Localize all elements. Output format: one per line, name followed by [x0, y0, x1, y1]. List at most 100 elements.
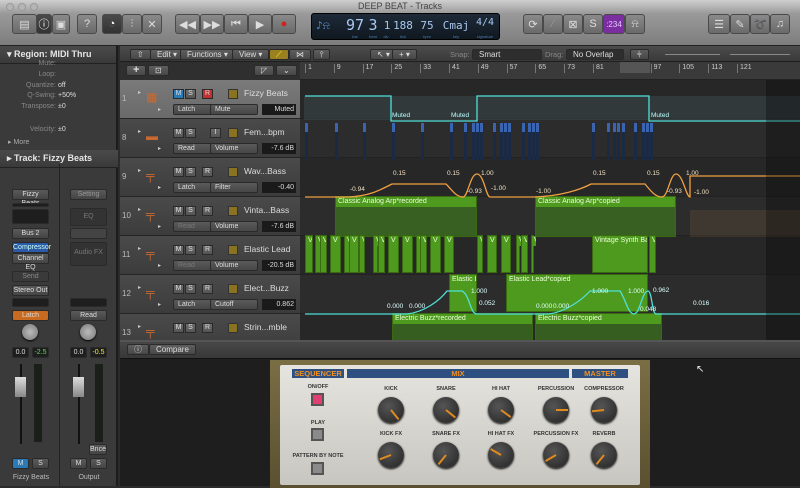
- hi-hat-fx-knob[interactable]: [488, 442, 514, 468]
- pencil-tool[interactable]: + ▾: [392, 49, 417, 60]
- volume-fader[interactable]: [15, 377, 26, 397]
- compressor-knob[interactable]: [591, 397, 617, 423]
- track-record-button[interactable]: R: [202, 323, 213, 333]
- metronome-button[interactable]: ⍾: [625, 14, 645, 34]
- autopunch-button[interactable]: ⊠: [563, 14, 583, 34]
- disclosure-icon[interactable]: ▸: [138, 323, 141, 330]
- kick-knob[interactable]: [378, 397, 404, 423]
- drag-select[interactable]: No Overlap: [566, 49, 624, 60]
- automation-icon[interactable]: [228, 206, 238, 216]
- track-header[interactable]: 12 ╤ ▸ ▸ M S R Elect...Buzz Latch Cutoff…: [120, 275, 300, 314]
- automation-value[interactable]: -20.5 dB: [262, 260, 296, 271]
- track-mute-button[interactable]: M: [173, 245, 184, 255]
- track-record-button[interactable]: R: [202, 245, 213, 255]
- solo-button[interactable]: S: [32, 458, 49, 469]
- track-mute-button[interactable]: M: [173, 167, 184, 177]
- track-record-button[interactable]: R: [202, 89, 213, 99]
- automation-button[interactable]: ⟋: [269, 49, 289, 60]
- setting-button[interactable]: Fizzy Beats: [12, 189, 49, 207]
- flex-button[interactable]: ⋈: [289, 49, 311, 60]
- hide-tracks-button[interactable]: ◸: [254, 65, 275, 76]
- automation-mode-button[interactable]: Latch: [12, 310, 49, 321]
- track-name[interactable]: Vinta...Bass: [244, 205, 289, 215]
- reverb-knob[interactable]: [591, 442, 617, 468]
- on-off-button[interactable]: [311, 393, 324, 406]
- automation-icon[interactable]: [228, 245, 238, 255]
- cycle-button[interactable]: ⟳: [523, 14, 543, 34]
- automation-mode-button[interactable]: Read: [70, 310, 107, 321]
- fx-slot-compressor[interactable]: Compressor: [12, 242, 51, 253]
- track-record-button[interactable]: R: [202, 167, 213, 177]
- track-name[interactable]: Fem...bpm: [244, 127, 285, 137]
- solo-button[interactable]: S: [90, 458, 107, 469]
- track-solo-button[interactable]: S: [185, 284, 196, 294]
- disclosure-icon[interactable]: ▸: [138, 245, 141, 252]
- group-slot[interactable]: [12, 298, 49, 307]
- automation-mode-select[interactable]: Latch: [173, 104, 215, 115]
- tracks-workspace[interactable]: Muted Muted Muted Classic Analog Arp*rec…: [300, 80, 800, 340]
- snare-knob[interactable]: [433, 397, 459, 423]
- lcd-signature[interactable]: 4/4: [472, 17, 498, 28]
- track-name[interactable]: Fizzy Beats: [244, 88, 288, 98]
- waveform-zoom-button[interactable]: ⫩: [630, 49, 649, 60]
- automation-value[interactable]: -7.6 dB: [262, 143, 296, 154]
- lcd-display[interactable]: ♪⍾ 97 3 1 188 75 Cmaj 4/4 bar beat div t…: [311, 13, 500, 40]
- smart-controls-button[interactable]: ◔: [102, 14, 122, 34]
- input-slot[interactable]: [70, 228, 107, 239]
- automation-disclosure-icon[interactable]: ▸: [158, 301, 161, 308]
- send-slot[interactable]: Send: [12, 271, 49, 282]
- pan-knob[interactable]: [22, 324, 38, 340]
- automation-param-select[interactable]: Cutoff: [210, 299, 258, 310]
- region-inspector-header[interactable]: ▾ Region: MIDI Thru: [0, 46, 116, 64]
- track-header[interactable]: 10 ╤ ▸ ▸ M S R Vinta...Bass Read Volume …: [120, 197, 300, 236]
- track-mute-button[interactable]: M: [173, 284, 184, 294]
- track-mute-button[interactable]: M: [173, 128, 184, 138]
- mixer-button[interactable]: ⫶: [122, 14, 142, 34]
- automation-value[interactable]: 0.862: [262, 299, 296, 310]
- snap-select[interactable]: Smart: [472, 49, 542, 60]
- percussion-knob[interactable]: [543, 397, 569, 423]
- track-menu-button[interactable]: ⌄: [276, 65, 297, 76]
- back-button[interactable]: ⇧: [130, 49, 151, 60]
- automation-icon[interactable]: [228, 284, 238, 294]
- more-disclosure[interactable]: ▸ More: [8, 138, 126, 146]
- play-button[interactable]: ▶: [248, 14, 272, 34]
- track-header[interactable]: 9 ╤ ▸ ▸ M S R Wav...Bass Latch Filter -0…: [120, 158, 300, 197]
- global-tracks-button[interactable]: ⊡: [148, 65, 169, 76]
- track-header[interactable]: 13 ╤ ▸ ▸ M S R Strin...mble: [120, 314, 300, 340]
- edit-menu[interactable]: Edit ▾: [150, 49, 185, 60]
- automation-value[interactable]: Muted: [262, 104, 296, 115]
- fx-slot-channel-eq[interactable]: Channel EQ: [12, 253, 49, 271]
- track-mute-button[interactable]: M: [173, 89, 184, 99]
- track-name[interactable]: Wav...Bass: [244, 166, 286, 176]
- automation-value[interactable]: -0.40: [262, 182, 296, 193]
- browsers-button[interactable]: ♫: [770, 14, 790, 34]
- eq-display[interactable]: [12, 209, 49, 224]
- track-mute-button[interactable]: M: [173, 323, 184, 333]
- automation-disclosure-icon[interactable]: ▸: [158, 106, 161, 113]
- view-menu[interactable]: View ▾: [232, 49, 270, 60]
- automation-disclosure-icon[interactable]: ▸: [158, 223, 161, 230]
- track-header[interactable]: 8 ▬ ▸ ▸ M S I Fem...bpm Read Volume -7.6…: [120, 119, 300, 158]
- hi-hat-knob[interactable]: [488, 397, 514, 423]
- automation-param-select[interactable]: Mute: [210, 104, 258, 115]
- automation-mode-select[interactable]: Read: [173, 143, 215, 154]
- track-solo-button[interactable]: S: [185, 167, 196, 177]
- eq-display[interactable]: EQ: [70, 208, 107, 226]
- rewind-button[interactable]: ◀◀: [175, 14, 200, 34]
- track-mute-button[interactable]: M: [173, 206, 184, 216]
- solo-button[interactable]: S: [583, 14, 603, 34]
- percussion-fx-knob[interactable]: [543, 442, 569, 468]
- track-solo-button[interactable]: S: [185, 206, 196, 216]
- catch-button[interactable]: ⫯: [313, 49, 331, 60]
- track-solo-button[interactable]: S: [185, 323, 196, 333]
- loop-browser-button[interactable]: ➰: [750, 14, 770, 34]
- automation-icon[interactable]: [228, 89, 238, 99]
- compare-button[interactable]: Compare: [149, 344, 196, 355]
- automation-disclosure-icon[interactable]: ▸: [158, 145, 161, 152]
- count-in-button[interactable]: :234: [603, 14, 625, 34]
- track-solo-button[interactable]: S: [185, 89, 196, 99]
- help-button[interactable]: ?: [77, 14, 97, 34]
- add-track-button[interactable]: +: [126, 65, 147, 76]
- info-button[interactable]: ⓘ: [127, 344, 149, 355]
